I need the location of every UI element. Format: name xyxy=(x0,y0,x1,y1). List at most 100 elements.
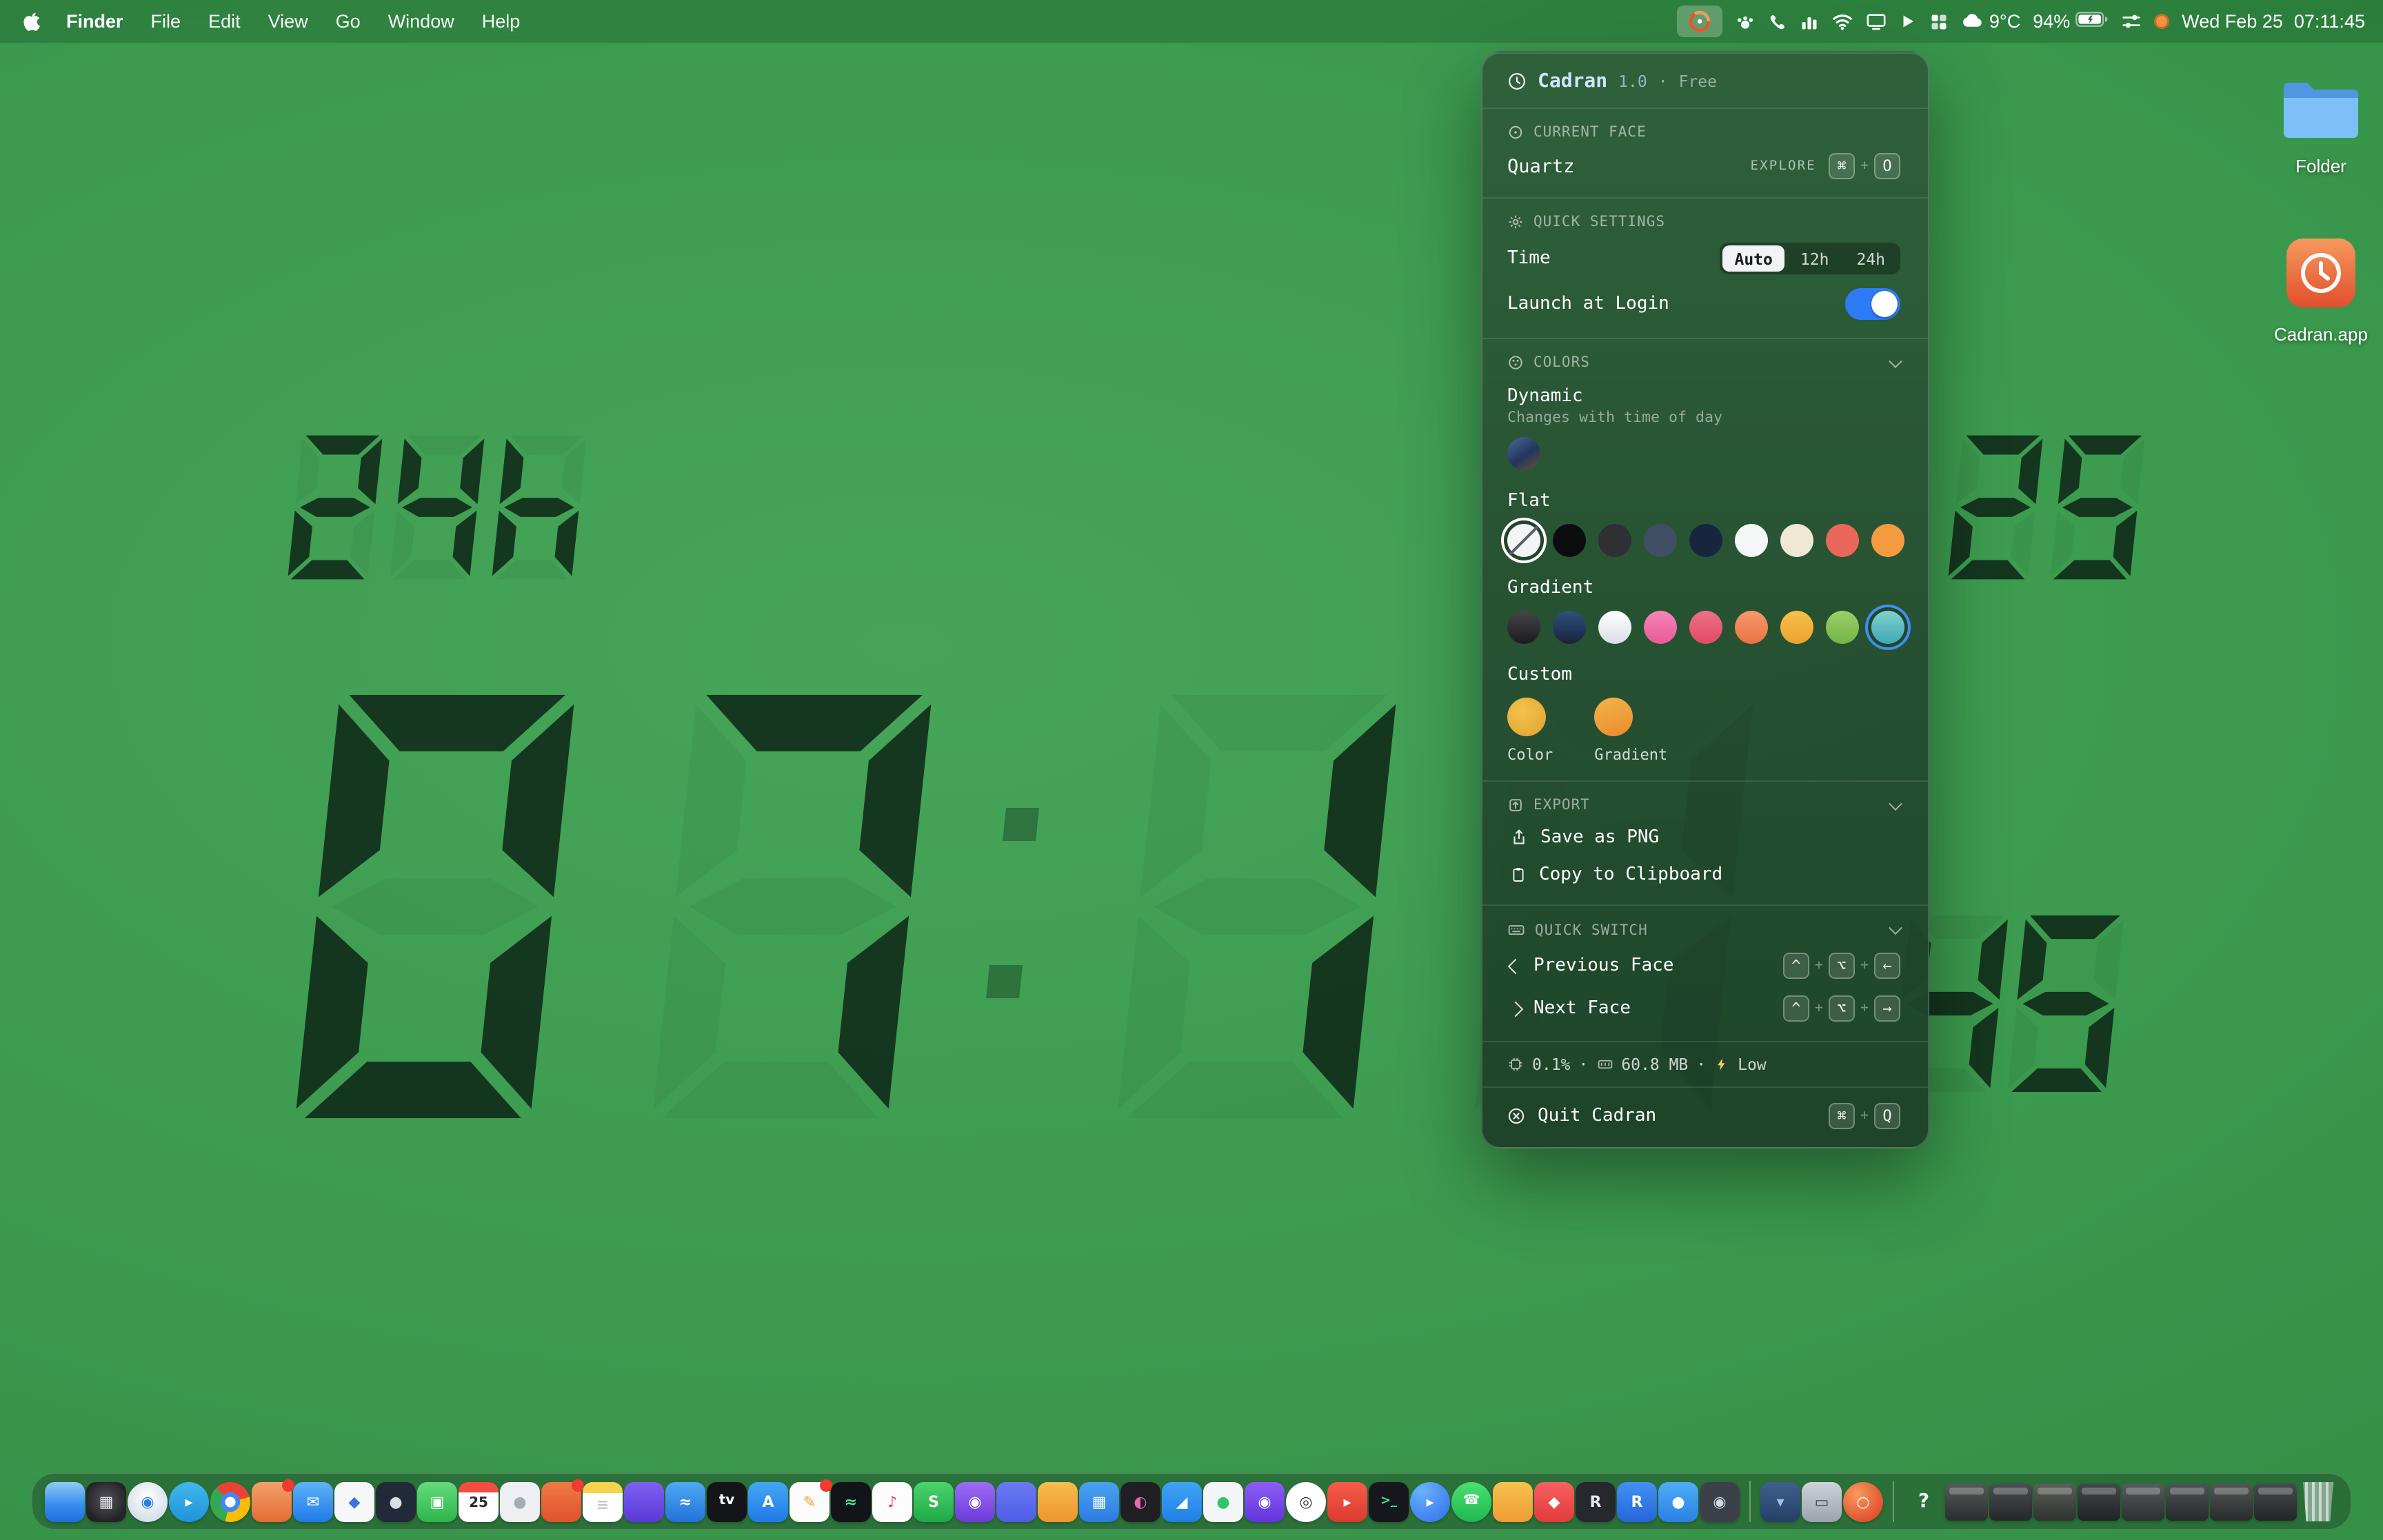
swatch-flat-navy[interactable] xyxy=(1689,524,1722,557)
dock-help[interactable]: ? xyxy=(1904,1481,1944,1521)
swatch-flat-orange[interactable] xyxy=(1871,524,1904,557)
cadran-menubar-icon[interactable] xyxy=(1678,6,1723,37)
dock-window-thumbnail[interactable] xyxy=(2033,1483,2076,1520)
dock-telegram[interactable]: ▸ xyxy=(169,1481,209,1521)
menu-help[interactable]: Help xyxy=(468,11,534,32)
dock-orange-utility[interactable] xyxy=(541,1481,581,1521)
swatch-flat-auto[interactable] xyxy=(1507,524,1540,557)
menu-file[interactable]: File xyxy=(137,11,195,32)
stats-icon[interactable] xyxy=(1800,12,1820,31)
swatch-gradient-rose[interactable] xyxy=(1689,611,1722,644)
dock-app-store[interactable]: A xyxy=(748,1481,788,1521)
dock-blue-r-app[interactable]: R xyxy=(1617,1481,1657,1521)
dock-chatgpt[interactable]: ◎ xyxy=(1286,1481,1326,1521)
next-face-button[interactable]: Next Face ^+ ⌥+ → xyxy=(1482,987,1928,1030)
swatch-custom-gradient[interactable] xyxy=(1594,698,1633,736)
dock-calendar[interactable]: 25 xyxy=(459,1481,499,1521)
dock-mail[interactable]: ✉ xyxy=(293,1481,333,1521)
quit-cadran-button[interactable]: Quit Cadran ⌘+ Q xyxy=(1482,1088,1928,1147)
swatch-custom-color[interactable] xyxy=(1507,698,1546,736)
dock-yellow-doc-app[interactable] xyxy=(1038,1481,1078,1521)
swatch-flat-graphite[interactable] xyxy=(1598,524,1631,557)
time-option-auto[interactable]: Auto xyxy=(1722,245,1784,272)
dock-green-s-app[interactable]: S xyxy=(914,1481,954,1521)
quick-switch-header[interactable]: QUICK SWITCH xyxy=(1482,910,1928,944)
swatch-gradient-teal[interactable] xyxy=(1871,611,1904,644)
menu-go[interactable]: Go xyxy=(322,11,374,32)
wifi-icon[interactable] xyxy=(1832,11,1854,32)
time-option-24h[interactable]: 24h xyxy=(1844,245,1898,272)
dock-red-media-app[interactable]: ▸ xyxy=(1327,1481,1367,1521)
dock-cadran-dock[interactable]: ○ xyxy=(1843,1481,1883,1521)
current-face-row[interactable]: Quartz EXPLORE ⌘ + O xyxy=(1482,146,1928,186)
dock-launchpad[interactable]: ▦ xyxy=(86,1481,126,1521)
dock-window-thumbnail[interactable] xyxy=(2078,1483,2120,1520)
menu-view[interactable]: View xyxy=(254,11,322,32)
dock-finder[interactable] xyxy=(45,1481,85,1521)
dock-gray-utility-app[interactable]: ◉ xyxy=(1700,1481,1740,1521)
save-as-png-button[interactable]: Save as PNG xyxy=(1482,819,1928,856)
dock-safari[interactable]: ◉ xyxy=(128,1481,168,1521)
swatch-gradient-amber[interactable] xyxy=(1780,611,1813,644)
phone-icon[interactable] xyxy=(1769,12,1788,31)
battery-item[interactable]: 94% xyxy=(2033,11,2109,32)
explore-button[interactable]: EXPLORE xyxy=(1750,159,1816,174)
launch-at-login-toggle[interactable] xyxy=(1845,288,1900,320)
menubar-clock[interactable]: Wed Feb 25 07:11:45 xyxy=(2182,11,2365,32)
menu-window[interactable]: Window xyxy=(374,11,468,32)
dock-raycast[interactable]: ◆ xyxy=(1534,1481,1574,1521)
dock-claude[interactable] xyxy=(252,1481,292,1521)
dock-contacts[interactable]: ● xyxy=(500,1481,540,1521)
dock-trash[interactable] xyxy=(2298,1481,2338,1521)
swatch-flat-black[interactable] xyxy=(1553,524,1586,557)
swatch-flat-slate[interactable] xyxy=(1644,524,1677,557)
dock-discord[interactable] xyxy=(996,1481,1036,1521)
desktop-icon-cadran-app[interactable]: Cadran.app xyxy=(2263,237,2379,345)
dock-display-settings[interactable]: ▭ xyxy=(1802,1481,1842,1521)
menu-app-name[interactable]: Finder xyxy=(52,11,137,32)
paw-icon[interactable] xyxy=(1736,11,1756,32)
dock-dark-notes-app[interactable]: ● xyxy=(376,1481,416,1521)
dock-facetime[interactable]: ▣ xyxy=(417,1481,457,1521)
dock-window-thumbnail[interactable] xyxy=(1989,1483,2032,1520)
swatch-gradient-green[interactable] xyxy=(1826,611,1859,644)
menu-edit[interactable]: Edit xyxy=(194,11,254,32)
dock-notes[interactable]: ≡ xyxy=(583,1481,623,1521)
dock-vscode[interactable]: ◢ xyxy=(1162,1481,1202,1521)
display-icon[interactable] xyxy=(1867,11,1887,32)
dock-terminal[interactable]: >_ xyxy=(1369,1481,1409,1521)
dock-purple-app[interactable] xyxy=(624,1481,664,1521)
copy-to-clipboard-button[interactable]: Copy to Clipboard xyxy=(1482,856,1928,893)
previous-face-button[interactable]: Previous Face ^+ ⌥+ ← xyxy=(1482,944,1928,987)
dock-window-thumbnail[interactable] xyxy=(2122,1483,2164,1520)
dock-window-thumbnail[interactable] xyxy=(2210,1483,2253,1520)
swatch-gradient-navy[interactable] xyxy=(1553,611,1586,644)
dock-whatsapp[interactable]: ☎ xyxy=(1451,1481,1491,1521)
dock-messenger[interactable]: ▸ xyxy=(1410,1481,1450,1521)
dock-audio-analyzer[interactable]: ≈ xyxy=(831,1481,871,1521)
time-option-12h[interactable]: 12h xyxy=(1788,245,1842,272)
swatch-flat-white[interactable] xyxy=(1735,524,1768,557)
dock-podcasts[interactable]: ◉ xyxy=(955,1481,995,1521)
weather-item[interactable]: 9°C xyxy=(1962,10,2020,32)
dock-apple-tv[interactable]: tv xyxy=(707,1481,747,1521)
swatch-gradient-coral[interactable] xyxy=(1735,611,1768,644)
dock-blue-video-app[interactable]: ● xyxy=(1658,1481,1698,1521)
colors-header[interactable]: COLORS xyxy=(1482,343,1928,376)
swatch-gradient-graphite[interactable] xyxy=(1507,611,1540,644)
desktop-icon-folder[interactable]: Folder xyxy=(2263,77,2379,176)
dock-music[interactable]: ♪ xyxy=(872,1481,912,1521)
swatch-dynamic[interactable] xyxy=(1507,437,1540,470)
sliders-icon[interactable] xyxy=(2121,11,2142,32)
dock-downloads-folder[interactable]: ▾ xyxy=(1760,1481,1800,1521)
dock-window-thumbnail[interactable] xyxy=(2254,1483,2297,1520)
dock-window-thumbnail[interactable] xyxy=(1945,1483,1988,1520)
swatch-flat-cream[interactable] xyxy=(1780,524,1813,557)
dock-window-thumbnail[interactable] xyxy=(2166,1483,2209,1520)
play-icon[interactable] xyxy=(1900,12,1918,30)
dock-dark-r-app[interactable]: R xyxy=(1576,1481,1616,1521)
grid-icon[interactable] xyxy=(1930,12,1949,31)
dock-blue-wave-app[interactable]: ≈ xyxy=(665,1481,705,1521)
dock-design-app[interactable]: ✎ xyxy=(790,1481,829,1521)
export-header[interactable]: EXPORT xyxy=(1482,786,1928,819)
